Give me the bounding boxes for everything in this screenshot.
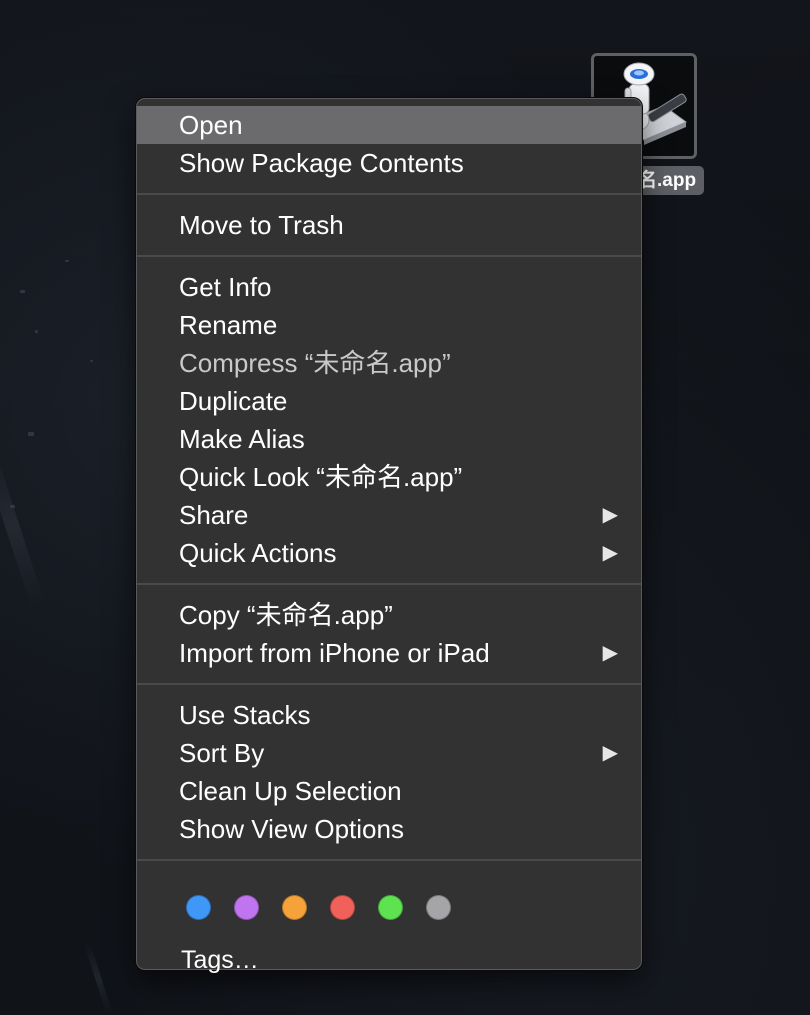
- submenu-arrow-icon: ▶: [602, 742, 618, 764]
- wallpaper-speck: [20, 290, 25, 293]
- menu-item-make-alias[interactable]: Make Alias: [137, 420, 641, 458]
- menu-item-label: Show Package Contents: [179, 148, 464, 178]
- menu-item-import-from-iphone-or-ipad[interactable]: Import from iPhone or iPad ▶: [137, 634, 641, 672]
- menu-item-share[interactable]: Share ▶: [137, 496, 641, 534]
- menu-item-open[interactable]: Open: [137, 106, 641, 144]
- tag-purple-dot[interactable]: [234, 894, 259, 920]
- menu-item-use-stacks[interactable]: Use Stacks: [137, 696, 641, 734]
- menu-item-label: Quick Look “未命名.app”: [179, 462, 463, 492]
- wallpaper-streak: [83, 940, 113, 1015]
- menu-item-move-to-trash[interactable]: Move to Trash: [137, 206, 641, 244]
- menu-item-label: Use Stacks: [179, 700, 311, 730]
- menu-item-label: Show View Options: [179, 814, 404, 844]
- tag-blue-dot[interactable]: [186, 894, 211, 920]
- menu-item-label: Compress “未命名.app”: [179, 348, 451, 378]
- tag-colors-row: [137, 872, 641, 942]
- menu-item-duplicate[interactable]: Duplicate: [137, 382, 641, 420]
- menu-item-tags[interactable]: Tags…: [137, 942, 641, 984]
- menu-item-label: Sort By: [179, 738, 265, 768]
- menu-separator: [137, 683, 641, 685]
- menu-item-sort-by[interactable]: Sort By ▶: [137, 734, 641, 772]
- wallpaper-speck: [90, 360, 93, 362]
- menu-item-label: Duplicate: [179, 386, 288, 416]
- menu-item-label: Rename: [179, 310, 278, 340]
- menu-separator: [137, 193, 641, 195]
- wallpaper-streak: [0, 441, 45, 609]
- tag-gray-dot[interactable]: [426, 894, 451, 920]
- menu-item-compress-app[interactable]: Compress “未命名.app”: [137, 344, 641, 382]
- menu-item-label: Get Info: [179, 272, 272, 302]
- menu-item-label: Move to Trash: [179, 210, 344, 240]
- menu-separator: [137, 859, 641, 861]
- menu-item-label: Copy “未命名.app”: [179, 600, 393, 630]
- tag-orange-dot[interactable]: [282, 894, 307, 920]
- menu-item-rename[interactable]: Rename: [137, 306, 641, 344]
- menu-item-label: Make Alias: [179, 424, 305, 454]
- menu-item-show-package-contents[interactable]: Show Package Contents: [137, 144, 641, 182]
- menu-separator: [137, 583, 641, 585]
- menu-item-label: Import from iPhone or iPad: [179, 638, 490, 668]
- menu-item-label: Share: [179, 500, 249, 530]
- menu-item-show-view-options[interactable]: Show View Options: [137, 810, 641, 848]
- submenu-arrow-icon: ▶: [602, 504, 618, 526]
- menu-item-clean-up-selection[interactable]: Clean Up Selection: [137, 772, 641, 810]
- wallpaper-speck: [65, 260, 69, 262]
- menu-item-quick-look-app[interactable]: Quick Look “未命名.app”: [137, 458, 641, 496]
- menu-item-label: Clean Up Selection: [179, 776, 402, 806]
- menu-item-quick-actions[interactable]: Quick Actions ▶: [137, 534, 641, 572]
- wallpaper-speck: [35, 330, 38, 333]
- tag-green-dot[interactable]: [378, 894, 403, 920]
- menu-item-label: Open: [179, 110, 243, 140]
- wallpaper-speck: [28, 432, 34, 436]
- tag-red-dot[interactable]: [330, 894, 355, 920]
- submenu-arrow-icon: ▶: [602, 542, 618, 564]
- menu-item-label: Quick Actions: [179, 538, 337, 568]
- menu-separator: [137, 255, 641, 257]
- context-menu: Open Show Package Contents Move to Trash Ge…: [136, 98, 642, 974]
- submenu-arrow-icon: ▶: [602, 642, 618, 664]
- menu-item-copy-app[interactable]: Copy “未命名.app”: [137, 596, 641, 634]
- menu-item-get-info[interactable]: Get Info: [137, 268, 641, 306]
